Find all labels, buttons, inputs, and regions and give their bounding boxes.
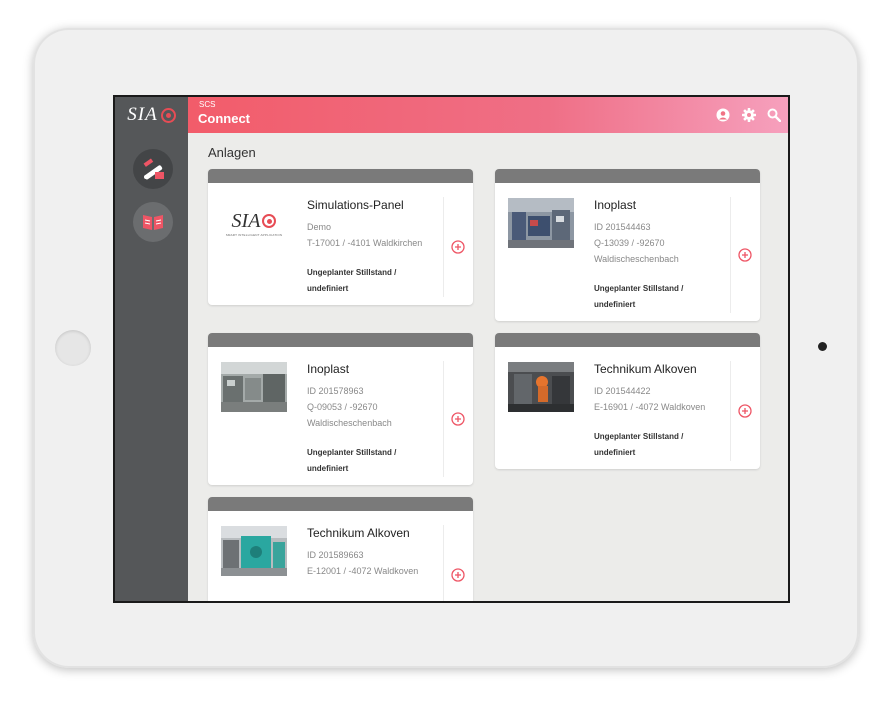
app-header: SCS Connect [188, 97, 788, 133]
card-title: Inoplast [594, 198, 637, 212]
installation-card-technikum-alkoven[interactable]: Technikum Alkoven ID 201544422 E-16901 /… [495, 333, 760, 469]
card-header-bar [495, 169, 760, 183]
card-line: T-17001 / -4101 Waldkirchen [307, 238, 423, 248]
home-button[interactable] [55, 330, 91, 366]
sia-logo-tagline: SMART INTELLIGENT APPLICATION [225, 232, 283, 237]
card-line: Waldischeschenbach [307, 418, 392, 428]
card-divider [443, 197, 444, 297]
section-title: Anlagen [208, 145, 256, 160]
add-circle-icon[interactable] [451, 240, 465, 254]
installation-card-technikum-alkoven[interactable]: Technikum Alkoven ID 201589663 E-12001 /… [208, 497, 473, 601]
card-title: Technikum Alkoven [594, 362, 697, 376]
card-line: ID 201544463 [594, 222, 651, 232]
sidebar-item-installations[interactable] [133, 149, 173, 189]
sidebar: SIA [115, 97, 188, 601]
card-divider [730, 361, 731, 461]
robot-cell-image [508, 362, 574, 412]
add-circle-icon[interactable] [451, 412, 465, 426]
card-header-bar [495, 333, 760, 347]
app-subtitle: SCS [199, 100, 216, 109]
card-divider [443, 525, 444, 601]
gear-icon[interactable] [742, 108, 756, 122]
card-line: ID 201589663 [307, 550, 364, 560]
card-line: ID 201578963 [307, 386, 364, 396]
card-line: E-12001 / -4072 Waldkoven [307, 566, 419, 576]
sidebar-item-manual[interactable] [133, 202, 173, 242]
sia-logo-image: SIA SMART INTELLIGENT APPLICATION [221, 198, 287, 248]
sia-logo-text: SIA [231, 209, 261, 232]
add-circle-icon[interactable] [738, 248, 752, 262]
card-line: Waldischeschenbach [594, 254, 679, 264]
card-status: Ungeplanter Stillstand / undefiniert [594, 284, 684, 309]
card-header-bar [208, 497, 473, 511]
search-icon[interactable] [767, 108, 781, 122]
user-icon[interactable] [716, 108, 730, 122]
machine-image [221, 526, 287, 576]
installation-icon [143, 158, 164, 180]
camera [818, 342, 827, 351]
factory-hall-image [221, 362, 287, 412]
card-header-bar [208, 169, 473, 183]
card-status: Ungeplanter Stillstand / undefiniert [307, 448, 397, 473]
card-title: Inoplast [307, 362, 350, 376]
installation-card-simulations-panel[interactable]: SIA SMART INTELLIGENT APPLICATION Simula… [208, 169, 473, 305]
card-title: Simulations-Panel [307, 198, 404, 212]
card-line: Demo [307, 222, 332, 232]
app-screen: SIA SCS Connect Anlagen SIA SMART INTELL… [113, 95, 790, 603]
card-divider [730, 197, 731, 313]
card-status: Ungeplanter Stillstand / undefiniert [307, 268, 397, 293]
installation-card-inoplast[interactable]: Inoplast ID 201544463 Q-13039 / -92670 W… [495, 169, 760, 321]
app-logo[interactable]: SIA [115, 97, 188, 133]
card-line: Q-13039 / -92670 [594, 238, 665, 248]
add-circle-icon[interactable] [738, 404, 752, 418]
installation-card-inoplast[interactable]: Inoplast ID 201578963 Q-09053 / -92670 W… [208, 333, 473, 485]
card-status: Ungeplanter Stillstand / undefiniert [594, 432, 684, 457]
card-header-bar [208, 333, 473, 347]
logo-dot-icon [160, 107, 176, 123]
card-title: Technikum Alkoven [307, 526, 410, 540]
factory-machine-image [508, 198, 574, 248]
app-title: Connect [198, 111, 250, 126]
card-line: E-16901 / -4072 Waldkoven [594, 402, 706, 412]
card-line: ID 201544422 [594, 386, 651, 396]
add-circle-icon[interactable] [451, 568, 465, 582]
card-divider [443, 361, 444, 477]
logo-text: SIA [127, 104, 158, 125]
manual-icon [143, 215, 163, 230]
card-line: Q-09053 / -92670 [307, 402, 378, 412]
